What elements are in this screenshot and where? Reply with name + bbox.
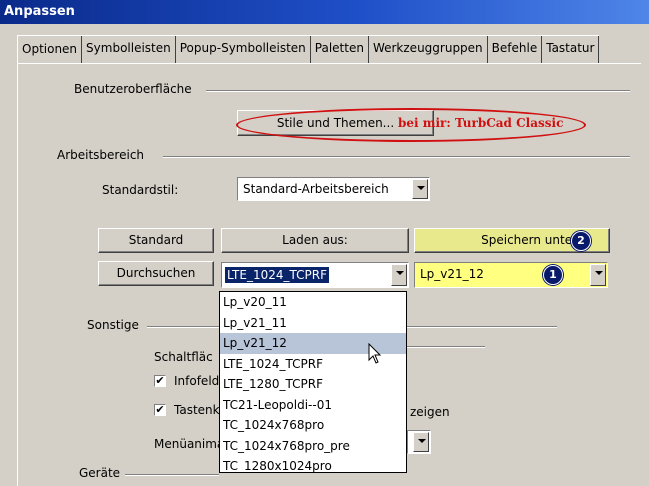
standard-button[interactable]: Standard (98, 228, 214, 253)
slider-track[interactable] (407, 346, 485, 348)
menuanimation-label: Menüanima (154, 437, 225, 451)
window-title: Anpassen (4, 4, 75, 19)
infofelder-checkbox[interactable]: ✔ (154, 375, 166, 387)
dropdown-option[interactable]: TC_1024x768pro_pre (220, 436, 406, 457)
chevron-down-icon[interactable] (412, 179, 428, 199)
schaltflaechen-label: Schaltfläc (154, 350, 213, 364)
tab-paletten[interactable]: Paletten (310, 36, 369, 64)
chevron-down-icon[interactable] (590, 264, 606, 286)
standardstil-label: Standardstil: (102, 183, 179, 197)
speichern-unter-value: Lp_v21_12 (420, 267, 484, 281)
tab-strip: Optionen Symbolleisten Popup-Symbolleist… (17, 35, 600, 64)
laden-aus-select[interactable]: LTE_1024_TCPRF (221, 262, 409, 288)
dropdown-option[interactable]: LTE_1280_TCPRF (220, 374, 406, 395)
dropdown-option[interactable]: TC21-Leopoldi--01 (220, 395, 406, 416)
group-divider (163, 156, 630, 158)
standardstil-select[interactable]: Standard-Arbeitsbereich (237, 177, 430, 201)
menuanimation-select[interactable] (407, 430, 431, 454)
group-divider (125, 474, 219, 476)
dropdown-option[interactable]: TC_1280x1024pro (220, 456, 406, 477)
chevron-down-icon[interactable] (391, 264, 407, 286)
tab-optionen[interactable]: Optionen (18, 36, 83, 64)
group-divider (147, 326, 219, 328)
badge-2: 2 (571, 231, 591, 251)
dropdown-option[interactable]: Lp_v20_11 (220, 292, 406, 313)
tab-befehle[interactable]: Befehle (487, 36, 543, 64)
tastenkuerzel-label: Tastenk (174, 403, 220, 417)
geraete-group-label: Geräte (79, 466, 121, 480)
standardstil-value: Standard-Arbeitsbereich (243, 182, 389, 196)
tab-symbolleisten[interactable]: Symbolleisten (82, 36, 176, 64)
durchsuchen-button-label: Durchsuchen (116, 266, 196, 280)
tastenkuerzel-label-suffix: zeigen (410, 405, 450, 419)
annotation-oval (236, 108, 586, 142)
laden-aus-label: Laden aus: (282, 233, 348, 247)
group-divider (407, 326, 557, 328)
title-bar: Anpassen (0, 0, 649, 24)
chevron-down-icon[interactable] (413, 432, 429, 452)
speichern-unter-select[interactable]: Lp_v21_12 (414, 262, 608, 288)
laden-aus-dropdown-list[interactable]: Lp_v20_11 Lp_v21_11 Lp_v21_12 LTE_1024_TCPR… (219, 291, 407, 473)
speichern-unter-label: Speichern unter: (481, 233, 581, 247)
laden-aus-button[interactable]: Laden aus: (221, 228, 409, 253)
mouse-pointer-icon (368, 343, 382, 364)
standard-button-label: Standard (128, 233, 184, 247)
tab-tastatur[interactable]: Tastatur (542, 36, 600, 64)
dropdown-option[interactable]: TC_1024x768pro (220, 415, 406, 436)
badge-1: 1 (543, 265, 563, 285)
dropdown-option[interactable]: Lp_v21_11 (220, 313, 406, 334)
group-divider (206, 90, 630, 92)
tastenkuerzel-checkbox[interactable]: ✔ (154, 404, 166, 416)
tab-popup-symbolleisten[interactable]: Popup-Symbolleisten (175, 36, 311, 64)
tab-werkzeuggruppen[interactable]: Werkzeuggruppen (368, 36, 488, 64)
laden-aus-value: LTE_1024_TCPRF (225, 267, 329, 283)
durchsuchen-button[interactable]: Durchsuchen (98, 261, 214, 286)
sonstige-group-label: Sonstige (87, 318, 139, 332)
arbeitsbereich-group-label: Arbeitsbereich (57, 148, 145, 162)
benutzeroberflaeche-group-label: Benutzeroberfläche (74, 82, 192, 96)
